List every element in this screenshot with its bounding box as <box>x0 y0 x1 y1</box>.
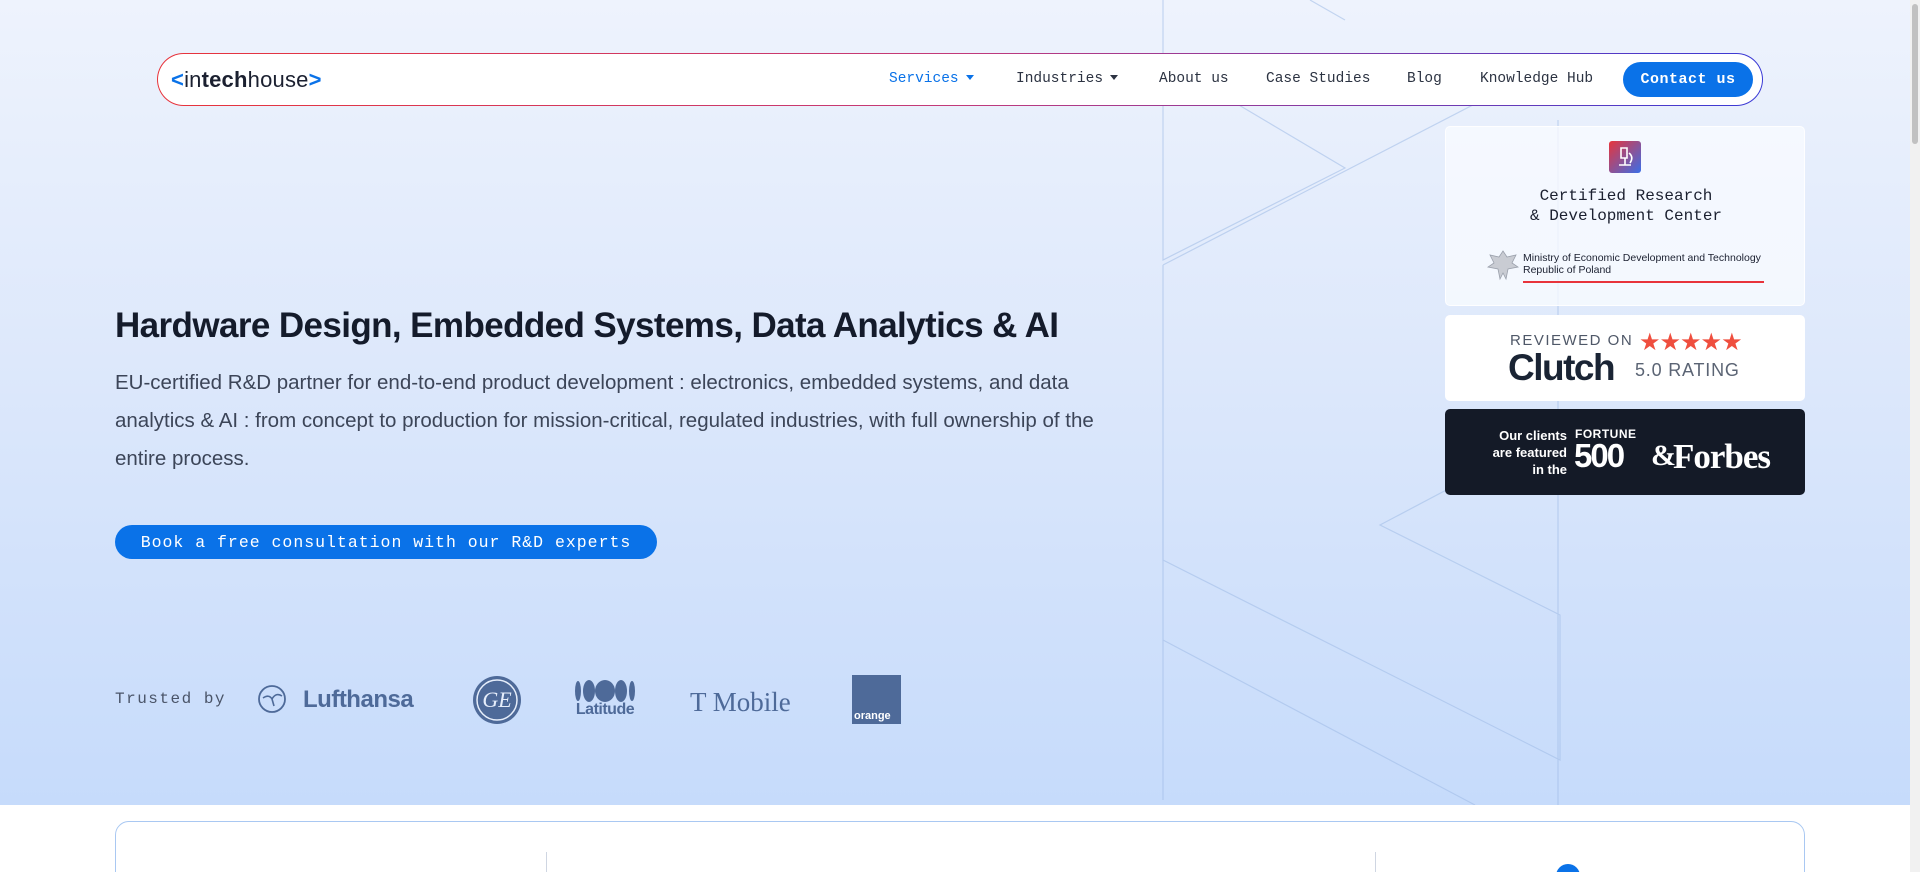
panel-indicator-dot <box>1556 864 1580 872</box>
ministry-label: Ministry of Economic Development and Tec… <box>1523 252 1761 276</box>
panel-divider <box>546 852 547 872</box>
forbes-wordmark: Forbes <box>1673 437 1771 476</box>
certified-rd-center-badge: Certified Research & Development Center … <box>1445 126 1805 306</box>
rating-stars: ★★★★★ <box>1639 329 1743 356</box>
top-navigation: <intechhouse> Services Industries About … <box>157 53 1763 106</box>
clutch-rating-badge[interactable]: REVIEWED ON Clutch ★★★★★ 5.0 RATING <box>1445 315 1805 401</box>
ministry-divider <box>1523 281 1764 283</box>
nav-item-blog[interactable]: Blog <box>1407 71 1442 87</box>
t-mobile-logo: T Mobile <box>690 687 791 717</box>
chevron-down-icon <box>1110 75 1119 80</box>
certified-line-2: & Development Center <box>1529 207 1723 225</box>
nav-item-knowledge-hub[interactable]: Knowledge Hub <box>1480 71 1593 87</box>
nav-item-about-us[interactable]: About us <box>1159 71 1229 87</box>
intechhouse-logo[interactable]: <intechhouse> <box>171 67 322 93</box>
nav-item-services[interactable]: Services <box>889 71 974 87</box>
clutch-wordmark: Clutch <box>1508 347 1616 388</box>
certified-line-1: Certified Research <box>1539 187 1713 205</box>
crane-icon <box>258 685 286 713</box>
eagle-emblem-icon <box>1486 250 1520 281</box>
page-scrollbar[interactable] <box>1910 0 1920 872</box>
contact-us-button[interactable]: Contact us <box>1623 62 1753 97</box>
clutch-rating-value: 5.0 RATING <box>1635 360 1740 380</box>
nav-item-case-studies[interactable]: Case Studies <box>1266 71 1370 87</box>
nav-item-industries[interactable]: Industries <box>1016 71 1119 87</box>
hero-subtitle: EU-certified R&D partner for end-to-end … <box>115 371 1094 470</box>
trusted-by-label: Trusted by <box>115 690 227 708</box>
book-consultation-button[interactable]: Book a free consultation with our R&D ex… <box>115 525 657 559</box>
latitude-mark-icon <box>575 680 635 702</box>
services-panel <box>115 821 1805 872</box>
chevron-down-icon <box>965 75 974 80</box>
scrollbar-thumb[interactable] <box>1912 4 1918 144</box>
panel-divider <box>1375 852 1376 872</box>
fortune-forbes-badge: Our clients are featured in the FORTUNE … <box>1445 409 1805 495</box>
orange-logo: orange <box>852 675 901 724</box>
microscope-icon <box>1609 141 1641 173</box>
page-title: Hardware Design, Embedded Systems, Data … <box>115 306 1059 345</box>
fortune-500-number: 500 <box>1574 437 1625 474</box>
featured-text: Our clients are featured in the <box>1492 428 1567 477</box>
